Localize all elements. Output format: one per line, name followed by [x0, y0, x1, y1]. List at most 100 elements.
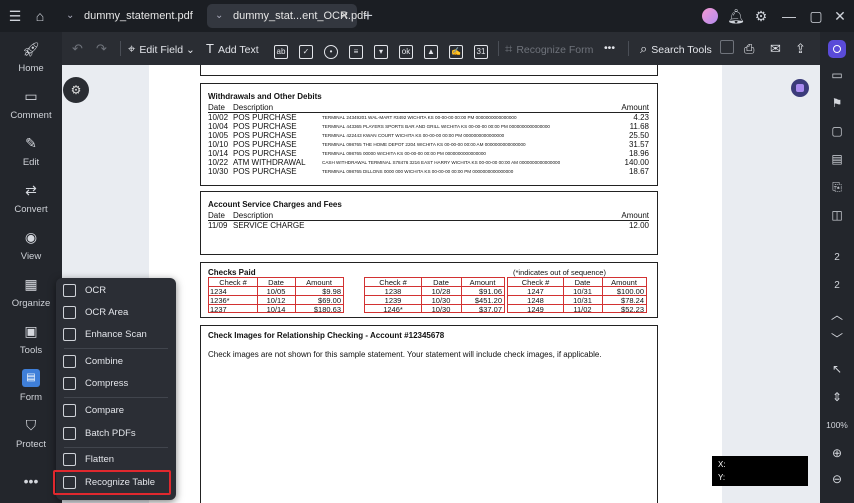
bookmark-icon[interactable]: ⚑: [820, 96, 854, 110]
date-field-icon[interactable]: 31: [474, 39, 492, 59]
menu-item-recognize-table[interactable]: Recognize Table: [53, 470, 171, 495]
close-icon[interactable]: ✕: [340, 4, 349, 28]
menu-item-enhance-scan[interactable]: Enhance Scan: [56, 324, 176, 345]
menu-item-compress[interactable]: Compress: [56, 373, 176, 394]
checks-header-cell: Amount: [469, 278, 496, 287]
thumbnails-icon[interactable]: ▭: [820, 68, 854, 82]
avatar[interactable]: [702, 8, 718, 24]
text-field-icon[interactable]: ab: [274, 39, 292, 59]
chevron-down-icon[interactable]: ﹀: [820, 330, 854, 347]
zoom-level[interactable]: 100%: [820, 420, 854, 430]
checkbox-icon[interactable]: ✓: [299, 39, 317, 59]
checks-table: Check # Date Amount 1247 10/31 $100.00 1248 10/…: [507, 277, 647, 314]
row-type: POS PURCHASE: [233, 140, 297, 149]
checks-cell: $180.63: [313, 305, 341, 314]
nav-label: Home: [18, 63, 44, 74]
home-icon[interactable]: ⌂: [30, 6, 50, 26]
undo-icon[interactable]: ↶: [72, 39, 87, 58]
text-icon: T: [206, 41, 214, 56]
tab-dummy-statement-ocr[interactable]: ⌄ dummy_stat...ent_OCR.pdf ✕: [207, 4, 366, 28]
share-icon[interactable]: ⇪: [795, 39, 810, 58]
ocr-icon: [63, 284, 76, 297]
row-amount: 18.96: [628, 149, 649, 158]
row-date: 10/30: [208, 167, 229, 176]
menu-item-combine[interactable]: Combine: [56, 351, 176, 372]
row-date: 10/22: [208, 158, 229, 167]
search-icon: ⌕: [640, 41, 648, 56]
print-icon[interactable]: ⎙: [744, 39, 758, 58]
row-date: 10/05: [208, 131, 229, 140]
scan-icon: ⌗: [505, 41, 513, 56]
checks-cell: $52.23: [621, 305, 644, 314]
nav-organize[interactable]: ▦ Organize: [0, 275, 62, 319]
nav-tools[interactable]: ▣ Tools: [0, 322, 62, 366]
checks-cell: $69.00: [318, 296, 341, 305]
nav-edit[interactable]: ✎ Edit: [0, 134, 62, 178]
nav-convert[interactable]: ⇄ Convert: [0, 181, 62, 225]
menu-item-batch-pdfs[interactable]: Batch PDFs: [56, 423, 176, 444]
tool-label: Search Tools: [651, 44, 712, 56]
menu-icon[interactable]: ☰: [5, 6, 25, 26]
nav-view[interactable]: ◉ View: [0, 228, 62, 272]
menu-item-ocr-area[interactable]: OCR Area: [56, 302, 176, 323]
window-close-icon[interactable]: ✕: [830, 6, 850, 26]
ai-floating-icon[interactable]: [791, 79, 809, 97]
attachment-icon[interactable]: ⎘: [820, 180, 854, 195]
page-current[interactable]: 2: [820, 252, 854, 263]
checks-cell: $37.07: [479, 305, 502, 314]
maximize-icon[interactable]: ▢: [806, 6, 826, 26]
bell-icon[interactable]: 🔔︎: [726, 6, 746, 26]
nav-protect[interactable]: ⛉ Protect: [0, 416, 62, 460]
zoom-in-icon[interactable]: ⊕: [820, 446, 854, 460]
row-amount: 31.57: [628, 140, 649, 149]
save-icon[interactable]: [720, 39, 738, 58]
shield-icon: ⛉: [25, 417, 37, 433]
checks-header-cell: Date: [574, 278, 591, 287]
ai-assistant-icon[interactable]: [828, 40, 846, 58]
nav-label: Organize: [11, 298, 51, 309]
row-date: 10/10: [208, 140, 229, 149]
checks-header-cell: Date: [433, 278, 449, 287]
button-field-icon[interactable]: ok: [399, 39, 417, 59]
row-type: POS PURCHASE: [233, 113, 297, 122]
search-tools-button[interactable]: ⌕ Search Tools: [640, 39, 712, 58]
fields-icon[interactable]: ▤: [820, 152, 854, 166]
select-cursor-icon[interactable]: ↖: [820, 362, 854, 376]
zoom-out-icon[interactable]: ⊖: [820, 472, 854, 486]
image-field-icon[interactable]: ▲: [424, 39, 442, 59]
menu-label: Enhance Scan: [85, 329, 147, 340]
list-box-icon[interactable]: ≡: [349, 39, 367, 59]
chevron-up-icon[interactable]: ︿: [820, 306, 854, 323]
radio-icon[interactable]: •: [324, 39, 342, 59]
combo-box-icon[interactable]: ▾: [374, 39, 392, 59]
checks-cell: 10/14: [266, 305, 286, 314]
menu-item-flatten[interactable]: Flatten: [56, 449, 176, 470]
minimize-icon[interactable]: —: [779, 6, 799, 26]
row-date: 10/04: [208, 122, 229, 131]
signature-field-icon[interactable]: ✍: [449, 39, 467, 59]
layers-icon[interactable]: ◫: [820, 208, 854, 222]
fit-page-icon[interactable]: ⇕: [820, 390, 854, 404]
menu-item-compare[interactable]: Compare: [56, 400, 176, 421]
menu-item-ocr[interactable]: OCR: [56, 280, 176, 301]
new-tab-button[interactable]: +: [358, 6, 378, 26]
nav-home[interactable]: 🚀︎ Home: [0, 40, 62, 84]
section-title: Checks Paid: [208, 268, 256, 277]
filter-icon[interactable]: ⚙: [63, 77, 89, 103]
section-title: Withdrawals and Other Debits: [208, 92, 322, 101]
tab-dummy-statement[interactable]: ⌄ dummy_statement.pdf: [58, 4, 198, 28]
checks-cell: 10/28: [431, 287, 451, 296]
row-description: SERVICE CHARGE: [233, 221, 305, 230]
recognize-form-button[interactable]: ⌗ Recognize Form: [505, 39, 593, 58]
mail-icon[interactable]: ✉: [770, 39, 785, 58]
nav-form[interactable]: ▤ Form: [0, 369, 62, 413]
more-tools-icon[interactable]: •••: [604, 39, 615, 58]
add-text-button[interactable]: T Add Text: [206, 39, 259, 58]
nav-comment[interactable]: ▭ Comment: [0, 87, 62, 131]
tab-label: dummy_statement.pdf: [84, 10, 193, 22]
redo-icon[interactable]: ↷: [96, 39, 111, 58]
flatten-icon: [63, 453, 76, 466]
gear-icon[interactable]: ⚙: [751, 6, 771, 26]
edit-field-button[interactable]: ⌖ Edit Field ⌄: [128, 39, 195, 58]
comments-icon[interactable]: ▢: [820, 124, 854, 138]
